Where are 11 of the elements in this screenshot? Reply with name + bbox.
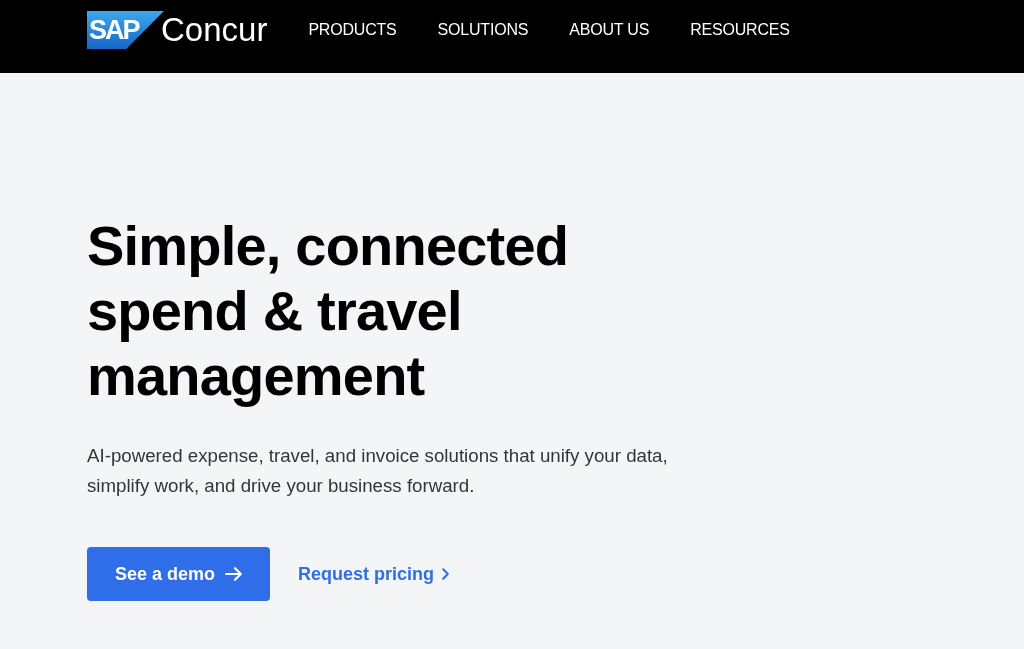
nav-link[interactable]: ABOUT US [569, 20, 650, 40]
hero-headline: Simple, connected spend & travel management [87, 213, 570, 408]
logo-wordmark: Concur [161, 11, 268, 49]
arrow-right-icon [225, 567, 242, 581]
nav-link[interactable]: RESOURCES [690, 20, 790, 40]
hero-description: AI-powered expense, travel, and invoice solutions that unify your data, simplify work, and drive your business forward. [87, 444, 669, 498]
pricing-link[interactable]: Request pricing [298, 563, 450, 585]
chevron-right-icon [442, 568, 450, 580]
nav-link[interactable]: PRODUCTS [308, 20, 397, 40]
nav-link[interactable]: SOLUTIONS [437, 20, 529, 40]
demo-button[interactable]: See a demo [87, 547, 270, 601]
